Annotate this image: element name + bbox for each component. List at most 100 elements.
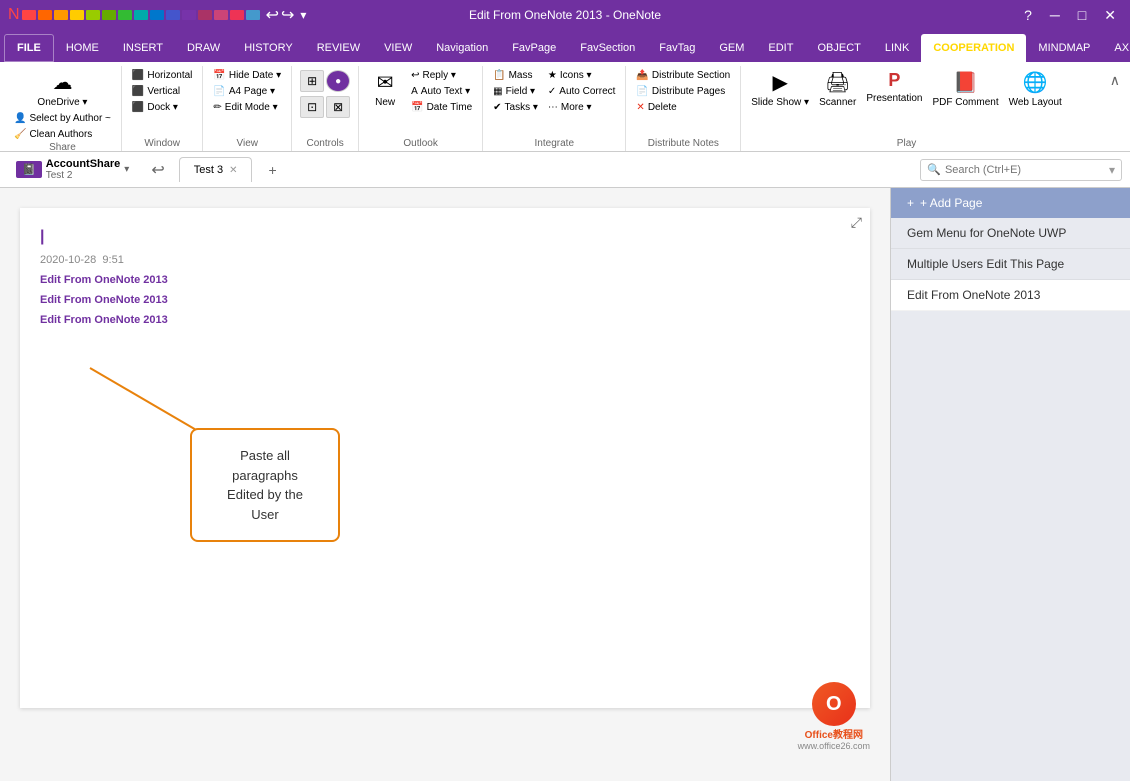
ribbon-group-distribute: 📤 Distribute Section 📄 Distribute Pages … bbox=[626, 66, 741, 151]
mass-button[interactable]: 📋 Mass bbox=[489, 68, 542, 83]
tab-favpage[interactable]: FavPage bbox=[500, 34, 568, 62]
qa-icon-14[interactable] bbox=[230, 10, 244, 20]
edit-mode-button[interactable]: ✏ Edit Mode ▾ bbox=[209, 100, 285, 115]
reply-button[interactable]: ↩ Reply ▾ bbox=[407, 68, 476, 83]
a4-page-button[interactable]: 📄 A4 Page ▾ bbox=[209, 84, 285, 99]
undo-button[interactable]: ↩ bbox=[145, 158, 170, 182]
notebook-item[interactable]: 📓 AccountShare Test 2 ▾ bbox=[8, 154, 137, 185]
tab-draw[interactable]: DRAW bbox=[175, 34, 232, 62]
qa-icon-9[interactable] bbox=[150, 10, 164, 20]
tab-insert[interactable]: INSERT bbox=[111, 34, 175, 62]
tab-edit[interactable]: EDIT bbox=[756, 34, 805, 62]
tab-cooperation[interactable]: COOPERATION bbox=[921, 34, 1026, 62]
onedrive-button[interactable]: ☁ OneDrive ▾ bbox=[10, 68, 115, 110]
qa-icon-5[interactable] bbox=[86, 10, 100, 20]
qa-icon-4[interactable] bbox=[70, 10, 84, 20]
auto-text-button[interactable]: A Auto Text ▾ bbox=[407, 84, 476, 99]
tab-history[interactable]: HISTORY bbox=[232, 34, 305, 62]
tab-gem[interactable]: GEM bbox=[707, 34, 756, 62]
minimize-button[interactable]: ─ bbox=[1044, 5, 1066, 25]
page-list-item-2[interactable]: Multiple Users Edit This Page bbox=[891, 249, 1130, 280]
clean-authors-label: Clean Authors bbox=[29, 129, 92, 140]
presentation-icon: P bbox=[888, 70, 900, 91]
web-layout-button[interactable]: 🌐 Web Layout bbox=[1005, 68, 1066, 110]
ctrl-btn-1[interactable]: ⊞ bbox=[300, 70, 324, 92]
redo-btn[interactable]: ↪ bbox=[281, 5, 294, 25]
ctrl-btn-3[interactable]: ⊡ bbox=[300, 96, 324, 118]
tab-home[interactable]: HOME bbox=[54, 34, 111, 62]
slide-show-button[interactable]: ▶ Slide Show ▾ bbox=[747, 68, 813, 110]
more-qa-btn[interactable]: ▾ bbox=[300, 8, 306, 22]
select-by-author-button[interactable]: 👤 Select by Author ~ bbox=[10, 111, 115, 126]
clean-authors-button[interactable]: 🧹 Clean Authors bbox=[10, 127, 115, 142]
more-button[interactable]: ⋯ More ▾ bbox=[544, 100, 620, 115]
tab-link[interactable]: LINK bbox=[873, 34, 921, 62]
date-time-button[interactable]: 📅 Date Time bbox=[407, 100, 476, 115]
tab-favtag[interactable]: FavTag bbox=[647, 34, 707, 62]
hide-date-button[interactable]: 📅 Hide Date ▾ bbox=[209, 68, 285, 83]
tab-axis[interactable]: AXIS bbox=[1102, 34, 1130, 62]
ctrl-btn-4[interactable]: ⊠ bbox=[326, 96, 350, 118]
tab-object[interactable]: OBJECT bbox=[805, 34, 872, 62]
page-list-item-3[interactable]: Edit From OneNote 2013 bbox=[891, 280, 1130, 311]
qa-icon-13[interactable] bbox=[214, 10, 228, 20]
search-dropdown-icon[interactable]: ▾ bbox=[1109, 163, 1115, 177]
help-button[interactable]: ? bbox=[1018, 5, 1038, 25]
ribbon-group-play: ▶ Slide Show ▾ 🖨 Scanner P Presentation … bbox=[741, 66, 1072, 151]
main-area: ⤢ | 2020-10-28 9:51 Edit From OneNote 20… bbox=[0, 188, 1130, 781]
vertical-button[interactable]: ⬛ Vertical bbox=[128, 84, 196, 99]
horizontal-button[interactable]: ⬛ Horizontal bbox=[128, 68, 196, 83]
dock-button[interactable]: ⬛ Dock ▾ bbox=[128, 100, 196, 115]
icons-button[interactable]: ★ Icons ▾ bbox=[544, 68, 620, 83]
dock-label: Dock ▾ bbox=[147, 102, 178, 113]
tasks-button[interactable]: ✔ Tasks ▾ bbox=[489, 100, 542, 115]
pdf-comment-button[interactable]: 📕 PDF Comment bbox=[928, 68, 1002, 110]
qa-icon-15[interactable] bbox=[246, 10, 260, 20]
scanner-button[interactable]: 🖨 Scanner bbox=[815, 68, 860, 110]
tab-test3[interactable]: Test 3 ✕ bbox=[179, 157, 253, 182]
view-group-label: View bbox=[237, 138, 259, 151]
tab-favsection[interactable]: FavSection bbox=[568, 34, 647, 62]
ctrl-btn-2[interactable]: ● bbox=[326, 70, 350, 92]
integrate-col-2: ★ Icons ▾ ✓ Auto Correct ⋯ More ▾ bbox=[544, 68, 620, 115]
page-line-1: Edit From OneNote 2013 bbox=[40, 274, 850, 286]
distribute-section-button[interactable]: 📤 Distribute Section bbox=[632, 68, 734, 83]
new-button[interactable]: ✉ New bbox=[365, 68, 405, 110]
tab-test3-close[interactable]: ✕ bbox=[229, 165, 237, 176]
expand-button[interactable]: ⤢ bbox=[851, 214, 862, 231]
qa-icon-7[interactable] bbox=[118, 10, 132, 20]
qa-icon-1[interactable] bbox=[22, 10, 36, 20]
search-input[interactable] bbox=[945, 164, 1105, 176]
page-list-item-1[interactable]: Gem Menu for OneNote UWP bbox=[891, 218, 1130, 249]
ribbon-content: ☁ OneDrive ▾ 👤 Select by Author ~ 🧹 Clea… bbox=[0, 62, 1130, 152]
close-button[interactable]: ✕ bbox=[1098, 5, 1122, 26]
tab-review[interactable]: REVIEW bbox=[305, 34, 372, 62]
field-button[interactable]: ▦ Field ▾ bbox=[489, 84, 542, 99]
distribute-pages-button[interactable]: 📄 Distribute Pages bbox=[632, 84, 734, 99]
ribbon-collapse-button[interactable]: ∧ bbox=[1104, 70, 1126, 91]
add-tab-button[interactable]: + bbox=[260, 158, 284, 182]
add-page-button[interactable]: + + Add Page bbox=[891, 188, 1130, 218]
qa-icon-3[interactable] bbox=[54, 10, 68, 20]
qa-icon-2[interactable] bbox=[38, 10, 52, 20]
qa-icon-11[interactable] bbox=[182, 10, 196, 20]
qa-icon-8[interactable] bbox=[134, 10, 148, 20]
pdf-comment-icon: 📕 bbox=[953, 70, 978, 95]
tab-navigation[interactable]: Navigation bbox=[424, 34, 500, 62]
field-label: Field ▾ bbox=[506, 86, 535, 97]
auto-correct-button[interactable]: ✓ Auto Correct bbox=[544, 84, 620, 99]
undo-btn[interactable]: ↩ bbox=[266, 5, 279, 25]
presentation-button[interactable]: P Presentation bbox=[862, 68, 926, 106]
tab-view[interactable]: VIEW bbox=[372, 34, 424, 62]
search-box: 🔍 ▾ bbox=[920, 159, 1122, 181]
maximize-button[interactable]: □ bbox=[1072, 5, 1092, 25]
right-sidebar: + + Add Page Gem Menu for OneNote UWP Mu… bbox=[890, 188, 1130, 781]
delete-button[interactable]: ✕ Delete bbox=[632, 100, 734, 115]
tab-file[interactable]: FILE bbox=[4, 34, 54, 62]
qa-icon-10[interactable] bbox=[166, 10, 180, 20]
tab-mindmap[interactable]: MINDMAP bbox=[1026, 34, 1102, 62]
auto-correct-label: Auto Correct bbox=[559, 86, 615, 97]
page-content-area[interactable]: ⤢ | 2020-10-28 9:51 Edit From OneNote 20… bbox=[0, 188, 890, 781]
qa-icon-6[interactable] bbox=[102, 10, 116, 20]
qa-icon-12[interactable] bbox=[198, 10, 212, 20]
